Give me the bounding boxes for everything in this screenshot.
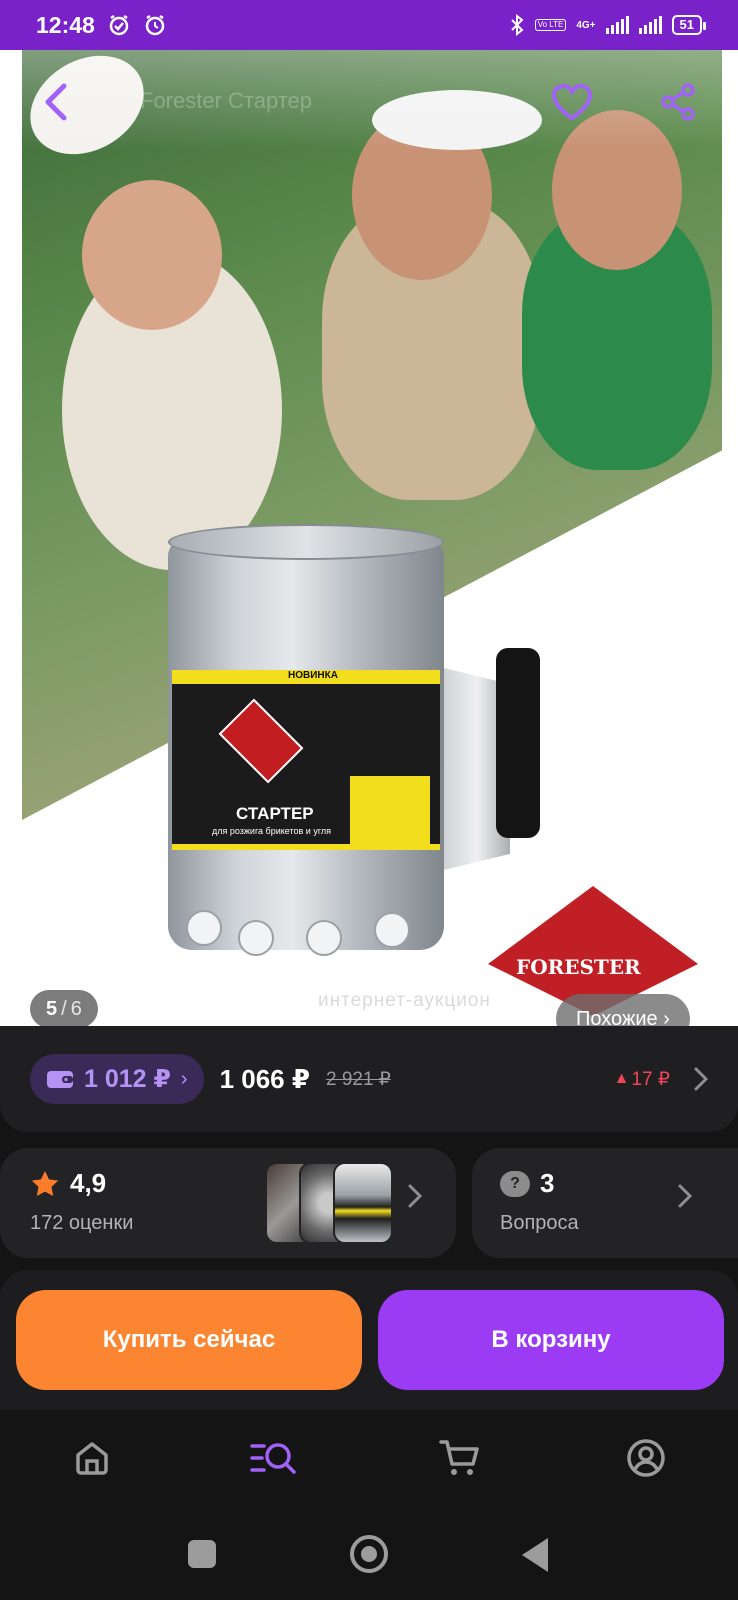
image-counter-current: 5: [46, 997, 58, 1020]
gallery-top-overlay: [0, 50, 738, 150]
question-bubble-icon: ?: [500, 1170, 530, 1197]
system-navigation-bar: [0, 1510, 738, 1600]
questions-count: 3: [540, 1168, 555, 1198]
tab-catalog[interactable]: [250, 1434, 298, 1482]
home-system-icon[interactable]: [350, 1535, 388, 1573]
tab-home[interactable]: [68, 1434, 116, 1482]
catalog-search-icon: [250, 1443, 296, 1474]
alarm-icon: [145, 14, 165, 36]
network-type: 4G+: [576, 19, 596, 31]
price-card[interactable]: 1 012 ₽ › 1 066 ₽ 2 921 ₽ ▲ 17 ₽: [0, 1026, 738, 1132]
vent-hole: [186, 910, 222, 946]
cart-icon: [439, 1440, 479, 1475]
price-change-value: 17 ₽: [631, 1068, 670, 1090]
product-gallery[interactable]: Forester Стартер НОВИНКА СТАРТЕР для роз…: [0, 50, 738, 1026]
ghost-page-title: Forester Стартер: [140, 88, 313, 113]
image-counter: 5 / 6: [30, 990, 98, 1026]
chevron-right-icon: [408, 1184, 422, 1208]
rating-score-row: 4,9: [30, 1168, 106, 1199]
wallet-price-pill[interactable]: 1 012 ₽ ›: [30, 1054, 204, 1104]
chevron-right-icon: [678, 1184, 692, 1208]
back-system-icon[interactable]: [522, 1538, 548, 1572]
share-icon: [661, 83, 695, 121]
focus-mode-icon: [109, 14, 129, 36]
charcoal-starter-image: НОВИНКА СТАРТЕР для розжига брикетов и у…: [168, 520, 540, 970]
status-right: Vo LTE 4G+ 51: [509, 14, 707, 36]
rating-card[interactable]: 4,9 172 оценки: [0, 1148, 456, 1258]
bluetooth-icon: [510, 14, 524, 36]
back-button[interactable]: [34, 80, 78, 124]
tab-profile[interactable]: [622, 1434, 670, 1482]
rating-count: 172 оценки: [30, 1212, 134, 1234]
wallet-icon: [47, 1071, 73, 1088]
battery-indicator: 51: [671, 15, 707, 35]
review-thumbnails[interactable]: [265, 1162, 395, 1244]
current-price: 1 066 ₽: [219, 1063, 310, 1094]
buy-now-button[interactable]: Купить сейчас: [16, 1290, 362, 1390]
old-price: 2 921 ₽: [325, 1068, 391, 1090]
review-thumbnail[interactable]: [333, 1162, 393, 1244]
wallet-chevron-icon: ›: [180, 1067, 188, 1090]
brand-badge-text: FORESTER: [516, 955, 641, 979]
watermark-text: интернет-аукцион: [318, 990, 491, 1011]
label-new-badge: НОВИНКА: [288, 670, 338, 681]
label-title: СТАРТЕР: [236, 804, 314, 823]
image-counter-separator: /: [61, 997, 67, 1020]
chevron-right-icon: [694, 1067, 708, 1091]
volte-badge: Vo LTE: [534, 19, 567, 31]
back-arrow-icon: [45, 83, 67, 121]
favorite-button[interactable]: [550, 80, 594, 124]
similar-items-button[interactable]: Похожие ›: [556, 994, 690, 1026]
status-left-icons: [107, 13, 167, 37]
rating-score-value: 4,9: [70, 1168, 107, 1198]
questions-label: Вопроса: [500, 1212, 579, 1234]
home-icon: [76, 1442, 108, 1475]
questions-card[interactable]: ? 3 Вопроса: [472, 1148, 738, 1258]
tab-cart[interactable]: [436, 1434, 484, 1482]
vent-hole: [238, 920, 274, 956]
vent-hole: [374, 912, 410, 948]
profile-icon: [627, 1439, 665, 1477]
questions-count-row: ? 3: [500, 1168, 554, 1199]
price-change: ▲ 17 ₽: [614, 1068, 670, 1091]
bottom-tab-bar: [0, 1410, 738, 1510]
image-counter-total: 6: [70, 997, 82, 1020]
signal-icon-sim2: [638, 16, 662, 34]
vent-hole: [306, 920, 342, 956]
signal-icon-sim1: [605, 16, 629, 34]
price-up-arrow-icon: ▲: [613, 1070, 630, 1087]
starter-rim: [168, 524, 444, 560]
share-button[interactable]: [656, 80, 700, 124]
action-panel: Купить сейчас В корзину: [0, 1270, 738, 1410]
status-time: 12:48: [36, 11, 95, 38]
add-to-cart-button[interactable]: В корзину: [378, 1290, 724, 1390]
label-info-panel: [350, 776, 430, 846]
star-icon: [31, 1170, 59, 1196]
recent-apps-icon[interactable]: [188, 1540, 216, 1568]
heart-icon: [551, 83, 593, 121]
wallet-price-value: 1 012 ₽: [84, 1065, 171, 1093]
status-bar: 12:48 Vo LTE 4G+ 51: [0, 0, 738, 50]
label-subtitle: для розжига брикетов и угля: [212, 826, 332, 836]
starter-handle: [496, 648, 540, 838]
